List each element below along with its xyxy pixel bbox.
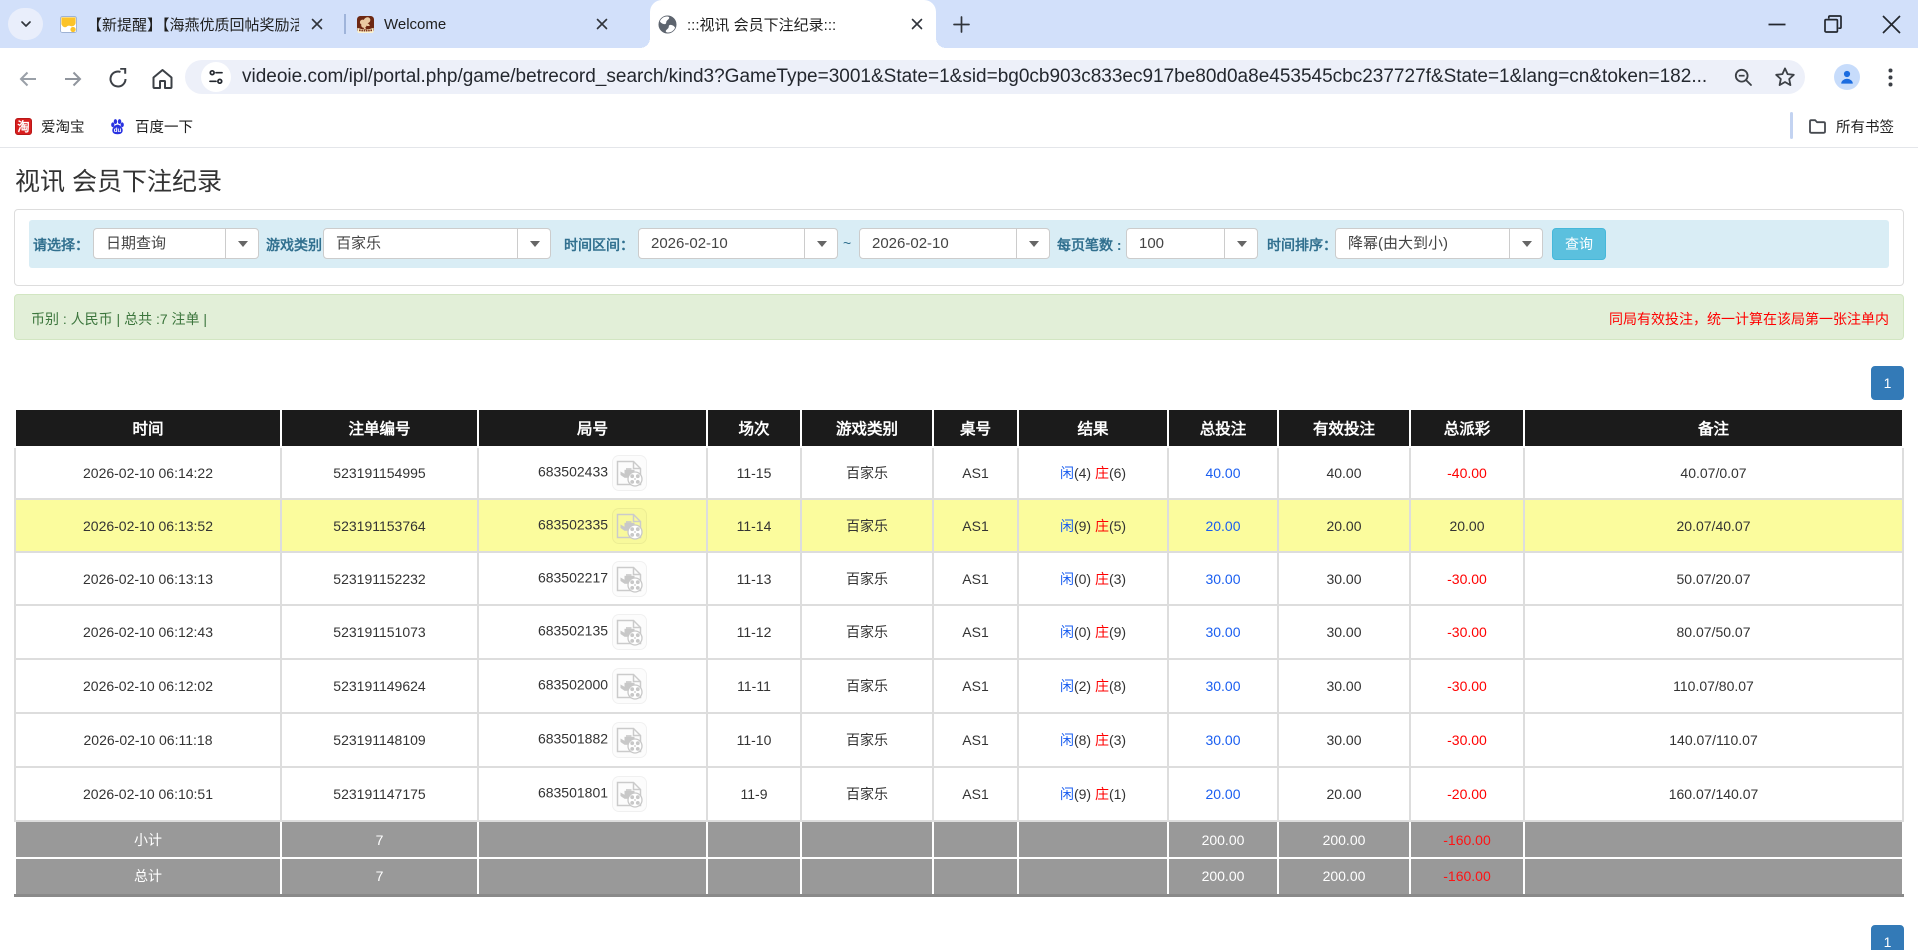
svg-text:淘: 淘 [17, 118, 29, 133]
svg-text:du: du [114, 127, 122, 134]
